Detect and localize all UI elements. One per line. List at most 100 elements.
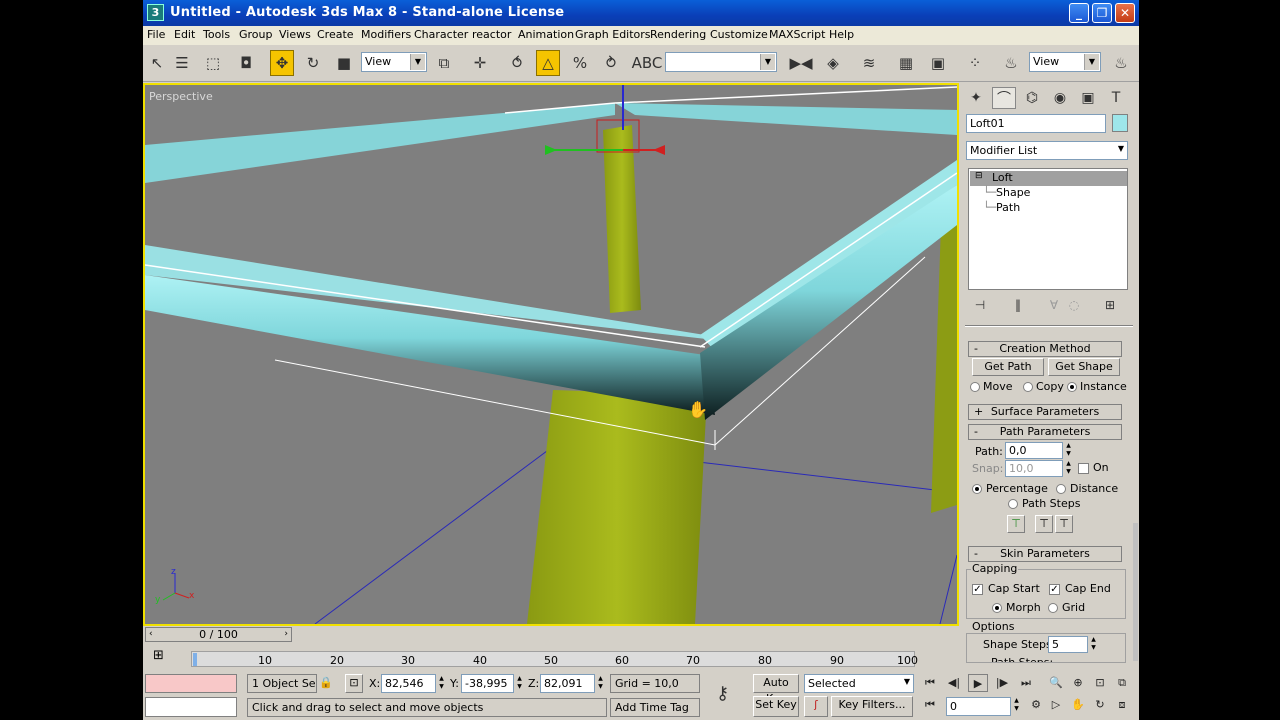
menu-create[interactable]: Create	[317, 28, 354, 41]
material-editor-icon[interactable]: ⁘	[963, 50, 987, 76]
named-selection-dropdown[interactable]: ▼	[665, 52, 777, 72]
time-configuration-icon[interactable]: ⚙	[1026, 696, 1046, 714]
cap-start-checkbox[interactable]: ✓	[972, 584, 983, 595]
next-frame-icon[interactable]: |▶	[992, 674, 1012, 692]
field-of-view-icon[interactable]: ▷	[1046, 696, 1066, 714]
percent-snap-icon[interactable]: %	[568, 50, 592, 76]
close-button[interactable]: ✕	[1115, 3, 1135, 23]
align-icon[interactable]: ◈	[821, 50, 845, 76]
modify-tab-icon[interactable]: ⌒	[992, 87, 1016, 109]
add-time-tag-button[interactable]: Add Time Tag	[610, 698, 700, 717]
key-icon[interactable]: ⚷	[716, 683, 729, 704]
snap-spinner[interactable]: ▲ ▼	[1064, 460, 1073, 478]
select-by-name-icon[interactable]: ☰	[170, 50, 194, 76]
menu-file[interactable]: File	[147, 28, 165, 41]
pan-icon[interactable]: ✋	[1068, 696, 1088, 714]
pick-shape-icon[interactable]: ⊤	[1007, 515, 1025, 533]
menu-reactor[interactable]: reactor	[472, 28, 511, 41]
previous-shape-icon[interactable]: ⊤	[1035, 515, 1053, 533]
shape-steps-spinner[interactable]: ▲ ▼	[1089, 636, 1098, 654]
menu-customize[interactable]: Customize	[710, 28, 768, 41]
chevron-right-icon[interactable]: ›	[284, 628, 288, 641]
configure-modifier-sets-icon[interactable]: ⊞	[1100, 295, 1120, 315]
rollout-path-parameters[interactable]: - Path Parameters	[968, 424, 1122, 440]
select-and-move-icon[interactable]: ✥	[270, 50, 294, 76]
quick-render-icon[interactable]: ♨	[1109, 50, 1133, 76]
distance-radio[interactable]	[1056, 484, 1066, 494]
zoom-icon[interactable]: 🔍	[1046, 674, 1066, 692]
window-crossing-icon[interactable]: ◘	[234, 50, 258, 76]
zoom-extents-all-icon[interactable]: ⧉	[1112, 674, 1132, 692]
maxscript-listener-mini[interactable]	[145, 674, 237, 693]
key-tangent-icon[interactable]: ʃ	[804, 696, 828, 717]
instance-radio[interactable]	[1067, 382, 1077, 392]
next-shape-icon[interactable]: ⊤	[1055, 515, 1073, 533]
maxscript-input[interactable]	[145, 697, 237, 717]
rectangular-selection-icon[interactable]: ⬚	[201, 50, 225, 76]
motion-tab-icon[interactable]: ◉	[1048, 87, 1072, 109]
go-to-start-icon[interactable]: ⏮	[920, 674, 940, 692]
key-mode-dropdown[interactable]: Selected ▼	[804, 674, 914, 693]
chevron-left-icon[interactable]: ‹	[149, 628, 153, 641]
menu-maxscript[interactable]: MAXScript	[769, 28, 825, 41]
path-spinner[interactable]: ▲ ▼	[1064, 442, 1073, 460]
grid-radio[interactable]	[1048, 603, 1058, 613]
morph-radio[interactable]	[992, 603, 1002, 613]
schematic-view-icon[interactable]: ▣	[926, 50, 950, 76]
cap-end-checkbox[interactable]: ✓	[1049, 584, 1060, 595]
key-mode-toggle-icon[interactable]: ⏮	[920, 696, 940, 714]
shape-steps-field[interactable]: 5	[1048, 636, 1088, 653]
menu-views[interactable]: Views	[279, 28, 311, 41]
rollout-skin-parameters[interactable]: - Skin Parameters	[968, 546, 1122, 562]
select-manipulate-icon[interactable]: ✛	[468, 50, 492, 76]
previous-frame-icon[interactable]: ◀|	[944, 674, 964, 692]
x-coordinate-field[interactable]: 82,546	[381, 674, 436, 693]
move-radio[interactable]	[970, 382, 980, 392]
modifier-list-dropdown[interactable]: Modifier List ▼	[966, 141, 1128, 160]
object-color-swatch[interactable]	[1112, 114, 1128, 132]
get-path-button[interactable]: Get Path	[972, 358, 1044, 376]
menu-character[interactable]: Character	[414, 28, 468, 41]
mini-curve-editor-icon[interactable]: ⊞	[153, 648, 173, 666]
snap-on-checkbox[interactable]	[1078, 463, 1089, 474]
render-scene-icon[interactable]: ♨	[999, 50, 1023, 76]
play-icon[interactable]: ▶	[968, 674, 988, 692]
layer-manager-icon[interactable]: ≋	[857, 50, 881, 76]
path-field[interactable]: 0,0	[1005, 442, 1063, 459]
reference-coordinate-dropdown[interactable]: View ▼	[361, 52, 427, 72]
minimize-button[interactable]: _	[1069, 3, 1089, 23]
menu-tools[interactable]: Tools	[203, 28, 230, 41]
rollout-surface-parameters[interactable]: + Surface Parameters	[968, 404, 1122, 420]
remove-modifier-icon[interactable]: ◌	[1064, 295, 1084, 315]
perspective-viewport[interactable]: ✋ Perspective z y x	[143, 83, 959, 626]
menu-graph-editors[interactable]: Graph Editors	[575, 28, 651, 41]
snaps-toggle-icon[interactable]: ⥀	[505, 50, 529, 76]
render-type-dropdown[interactable]: View ▼	[1029, 52, 1101, 72]
y-spinner[interactable]: ▲ ▼	[515, 675, 524, 693]
stack-item-loft[interactable]: ⊟ Loft	[970, 171, 1127, 186]
curve-editor-icon[interactable]: ▦	[894, 50, 918, 76]
zoom-all-icon[interactable]: ⊕	[1068, 674, 1088, 692]
menu-rendering[interactable]: Rendering	[650, 28, 706, 41]
zoom-extents-icon[interactable]: ⊡	[1090, 674, 1110, 692]
display-tab-icon[interactable]: ▣	[1076, 87, 1100, 109]
stack-item-shape[interactable]: └─ Shape	[970, 186, 1127, 201]
mirror-icon[interactable]: ▶◀	[789, 50, 813, 76]
auto-key-button[interactable]: Auto Key	[753, 674, 799, 705]
time-slider[interactable]: ‹ 0 / 100 ›	[145, 627, 292, 642]
stack-item-path[interactable]: └─ Path	[970, 201, 1127, 216]
command-panel-scrollbar[interactable]	[1133, 523, 1138, 661]
x-spinner[interactable]: ▲ ▼	[437, 675, 446, 693]
maximize-viewport-icon[interactable]: ⧈	[1112, 696, 1132, 714]
set-key-button[interactable]: Set Key	[753, 696, 799, 717]
arc-rotate-icon[interactable]: ↻	[1090, 696, 1110, 714]
utilities-tab-icon[interactable]: T	[1104, 87, 1128, 109]
pivot-center-icon[interactable]: ⧉	[432, 50, 456, 76]
z-coordinate-field[interactable]: 82,091	[540, 674, 595, 693]
get-shape-button[interactable]: Get Shape	[1048, 358, 1120, 376]
path-steps-radio[interactable]	[1008, 499, 1018, 509]
collapse-icon[interactable]: ⊟	[975, 171, 983, 181]
go-to-end-icon[interactable]: ⏭	[1016, 674, 1036, 692]
modifier-stack[interactable]: ⊟ Loft └─ Shape └─ Path	[968, 168, 1128, 290]
menu-animation[interactable]: Animation	[518, 28, 574, 41]
